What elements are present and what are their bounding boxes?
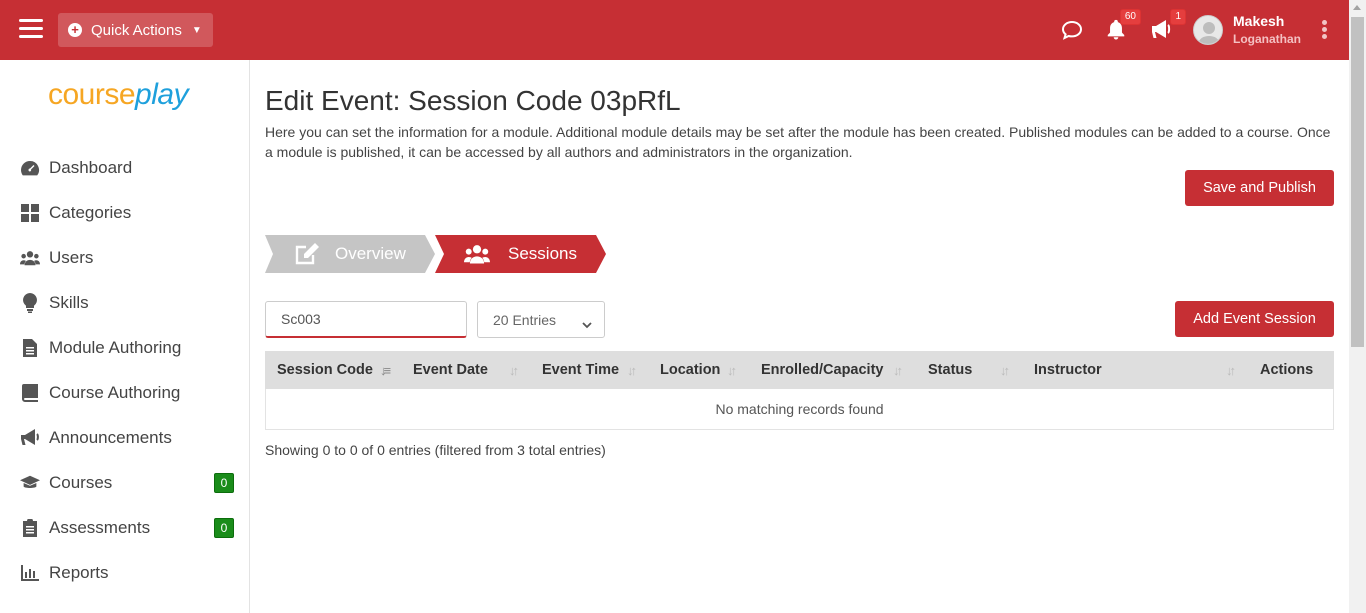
sidebar-item-skills[interactable]: Skills <box>0 280 249 325</box>
sessions-table-empty-row: No matching records found <box>265 389 1334 430</box>
sort-icon[interactable]: ↓↑ <box>509 363 519 378</box>
sort-ascending-icon[interactable]: ↓≡ <box>380 363 391 378</box>
sidebar-item-label: Skills <box>49 292 89 312</box>
users-icon <box>464 241 490 267</box>
sort-icon[interactable]: ↓↑ <box>627 363 637 378</box>
page-title: Edit Event: Session Code 03pRfL <box>265 85 681 116</box>
tachometer-icon <box>20 158 40 178</box>
users-icon <box>20 248 40 268</box>
sidebar-item-reports[interactable]: Reports <box>0 550 249 595</box>
sort-icon[interactable]: ↓↑ <box>1226 363 1236 378</box>
column-location[interactable]: Location <box>660 351 720 389</box>
bar-chart-icon <box>20 563 40 583</box>
lightbulb-icon <box>20 292 40 313</box>
courseplay-logo[interactable]: courseplay <box>48 78 189 112</box>
table-info-text: Showing 0 to 0 of 0 entries (filtered fr… <box>265 442 606 458</box>
sidebar-item-label: Module Authoring <box>49 337 182 357</box>
megaphone-icon <box>20 428 40 448</box>
sort-icon[interactable]: ↓↑ <box>727 363 737 378</box>
sidebar-item-label: Course Authoring <box>49 382 181 402</box>
tab-overview[interactable]: Overview <box>265 235 435 273</box>
column-instructor[interactable]: Instructor <box>1034 351 1102 389</box>
sidebar-item-label: Categories <box>49 202 132 222</box>
tab-sessions-label: Sessions <box>508 244 577 263</box>
courses-count-badge: 0 <box>214 472 234 493</box>
plus-circle-icon: + <box>68 23 82 37</box>
empty-message: No matching records found <box>715 401 884 417</box>
avatar[interactable] <box>1193 15 1223 45</box>
sessions-table-header: Session Code ↓≡ Event Date ↓↑ Event Time… <box>265 351 1334 389</box>
quick-actions-label: Quick Actions <box>91 21 182 39</box>
bell-icon[interactable]: 60 <box>1105 9 1141 42</box>
column-event-time[interactable]: Event Time <box>542 351 619 389</box>
page-scrollbar[interactable] <box>1349 0 1366 613</box>
chevron-down-icon: ▼ <box>191 24 202 36</box>
top-navbar: + Quick Actions ▼ 60 1 Makesh Loganathan <box>0 0 1349 60</box>
sidebar-item-module-authoring[interactable]: Module Authoring <box>0 325 249 370</box>
quick-actions-button[interactable]: + Quick Actions ▼ <box>58 13 213 47</box>
sidebar-item-dashboard[interactable]: Dashboard <box>0 145 249 190</box>
sidebar-item-label: Assessments <box>49 517 151 537</box>
assessments-count-badge: 0 <box>214 517 234 538</box>
sort-icon[interactable]: ↓↑ <box>893 363 903 378</box>
sidebar-item-assessments[interactable]: Assessments 0 <box>0 505 249 550</box>
more-options-icon[interactable] <box>1322 20 1328 40</box>
sidebar-item-users[interactable]: Users <box>0 235 249 280</box>
scroll-thumb[interactable] <box>1351 17 1364 347</box>
column-session-code[interactable]: Session Code <box>277 351 373 389</box>
page-description: Here you can set the information for a m… <box>265 124 1331 160</box>
sidebar-item-label: Courses <box>49 472 113 492</box>
book-icon <box>20 383 40 403</box>
sidebar: courseplay Dashboard Categories Users Sk… <box>0 60 250 613</box>
session-search-input[interactable] <box>265 301 467 338</box>
sidebar-item-course-authoring[interactable]: Course Authoring <box>0 370 249 415</box>
user-last-name[interactable]: Loganathan <box>1233 32 1301 46</box>
scroll-up-arrow-icon[interactable] <box>1353 5 1361 10</box>
add-event-session-button[interactable]: Add Event Session <box>1175 301 1334 337</box>
sidebar-item-courses[interactable]: Courses 0 <box>0 460 249 505</box>
chat-icon[interactable] <box>1060 18 1084 42</box>
grid-icon <box>20 203 40 223</box>
tab-sessions[interactable]: Sessions <box>435 235 606 273</box>
column-enrolled-capacity[interactable]: Enrolled/Capacity <box>761 351 883 389</box>
file-icon <box>20 338 40 358</box>
column-status[interactable]: Status <box>928 351 972 389</box>
save-and-publish-button[interactable]: Save and Publish <box>1185 170 1334 206</box>
announcements-badge: 1 <box>1170 9 1186 25</box>
notifications-badge: 60 <box>1119 9 1141 25</box>
sort-icon[interactable]: ↓↑ <box>1000 363 1010 378</box>
sidebar-item-label: Reports <box>49 562 109 582</box>
column-actions: Actions <box>1260 362 1314 378</box>
tab-overview-label: Overview <box>335 244 406 263</box>
megaphone-icon[interactable]: 1 <box>1150 9 1186 42</box>
clipboard-icon <box>20 518 40 538</box>
hamburger-menu-icon[interactable] <box>19 19 43 39</box>
sidebar-item-label: Dashboard <box>49 157 133 177</box>
user-first-name[interactable]: Makesh <box>1233 13 1284 29</box>
sidebar-item-label: Users <box>49 247 94 267</box>
graduation-cap-icon <box>20 473 40 493</box>
entries-value: 20 Entries <box>493 311 557 328</box>
sidebar-item-categories[interactable]: Categories <box>0 190 249 235</box>
chevron-down-icon <box>582 316 592 332</box>
entries-per-page-select[interactable]: 20 Entries <box>477 301 605 338</box>
column-event-date[interactable]: Event Date <box>413 351 488 389</box>
sidebar-item-label: Announcements <box>49 427 172 447</box>
sidebar-item-announcements[interactable]: Announcements <box>0 415 249 460</box>
edit-icon <box>294 241 320 267</box>
